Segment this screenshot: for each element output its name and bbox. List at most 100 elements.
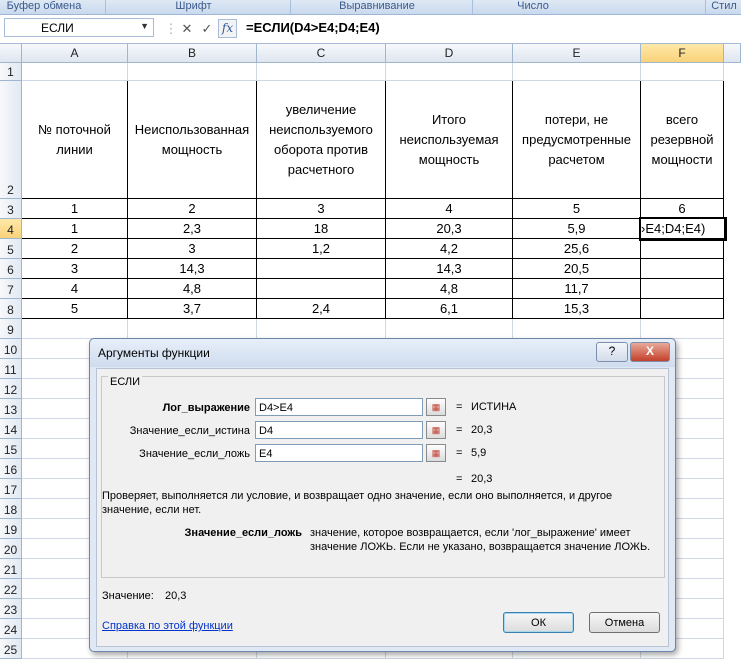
cancel-button[interactable]: Отмена	[589, 612, 660, 633]
column-header-d[interactable]: D	[386, 44, 513, 63]
table-cell[interactable]: 25,6	[513, 239, 641, 259]
table-cell[interactable]: 4	[22, 279, 128, 299]
ribbon-group-clipboard[interactable]: Буфер обмена	[0, 0, 88, 14]
row-header-21[interactable]: 21	[0, 559, 22, 579]
table-cell[interactable]: 2,3	[128, 219, 257, 239]
row-header-13[interactable]: 13	[0, 399, 22, 419]
range-picker-icon[interactable]: ▦	[426, 444, 446, 462]
row-header-11[interactable]: 11	[0, 359, 22, 379]
table-cell[interactable]: 3,7	[128, 299, 257, 319]
name-box[interactable]: ЕСЛИ ▼	[4, 18, 154, 37]
empty-cell[interactable]	[128, 63, 257, 81]
row-header-3[interactable]: 3	[0, 199, 22, 219]
table-cell[interactable]: 5,9	[513, 219, 641, 239]
table-cell[interactable]: 3	[128, 239, 257, 259]
table-cell[interactable]: 4,8	[386, 279, 513, 299]
row-header-23[interactable]: 23	[0, 599, 22, 619]
row-header-18[interactable]: 18	[0, 499, 22, 519]
empty-cell[interactable]	[641, 319, 724, 339]
row-header-7[interactable]: 7	[0, 279, 22, 299]
table-cell[interactable]: 1,2	[257, 239, 386, 259]
table-cell[interactable]: 2	[22, 239, 128, 259]
table-cell[interactable]: 4	[386, 199, 513, 219]
row-header-19[interactable]: 19	[0, 519, 22, 539]
row-header-5[interactable]: 5	[0, 239, 22, 259]
row-header-8[interactable]: 8	[0, 299, 22, 319]
empty-cell[interactable]	[641, 63, 724, 81]
help-link[interactable]: Справка по этой функции	[102, 620, 233, 632]
table-cell[interactable]	[641, 239, 724, 259]
select-all-corner[interactable]	[0, 44, 22, 63]
ribbon-group-alignment[interactable]: Выравнивание	[290, 0, 463, 14]
table-cell[interactable]: 11,7	[513, 279, 641, 299]
table-cell[interactable]: 6,1	[386, 299, 513, 319]
table-cell[interactable]	[641, 279, 724, 299]
table-cell[interactable]: 14,3	[128, 259, 257, 279]
range-picker-icon[interactable]: ▦	[426, 398, 446, 416]
table-cell[interactable]: 14,3	[386, 259, 513, 279]
row-header-12[interactable]: 12	[0, 379, 22, 399]
empty-cell[interactable]	[128, 319, 257, 339]
close-button[interactable]: X	[630, 342, 670, 362]
table-header-cell[interactable]: Неиспользованная мощность	[128, 81, 257, 199]
dialog-title-bar[interactable]: Аргументы функции ? X	[90, 339, 675, 367]
empty-cell[interactable]	[386, 63, 513, 81]
table-header-cell[interactable]: всего резервной мощности	[641, 81, 724, 199]
formula-input[interactable]: =ЕСЛИ(D4>E4;D4;E4)	[246, 18, 380, 37]
table-cell[interactable]: 4,8	[128, 279, 257, 299]
arg-input-value-if-true[interactable]: D4	[255, 421, 423, 439]
empty-cell[interactable]	[513, 63, 641, 81]
empty-cell[interactable]	[257, 63, 386, 81]
row-header-4[interactable]: 4	[0, 219, 22, 239]
row-header-20[interactable]: 20	[0, 539, 22, 559]
table-header-cell[interactable]: № поточной линии	[22, 81, 128, 199]
table-cell[interactable]: 1	[22, 219, 128, 239]
column-header-c[interactable]: C	[257, 44, 386, 63]
table-cell[interactable]	[641, 299, 724, 319]
row-header-24[interactable]: 24	[0, 619, 22, 639]
table-cell[interactable]: 4,2	[386, 239, 513, 259]
row-header-1[interactable]: 1	[0, 63, 22, 81]
help-button[interactable]: ?	[596, 342, 628, 362]
table-cell[interactable]: 2	[128, 199, 257, 219]
empty-cell[interactable]	[257, 319, 386, 339]
empty-cell[interactable]	[513, 319, 641, 339]
ok-button[interactable]: ОК	[503, 612, 574, 633]
empty-cell[interactable]	[386, 319, 513, 339]
insert-function-icon[interactable]: fx	[218, 19, 237, 38]
table-cell[interactable]: 3	[257, 199, 386, 219]
table-cell[interactable]: 20,5	[513, 259, 641, 279]
empty-cell[interactable]	[22, 63, 128, 81]
row-header-6[interactable]: 6	[0, 259, 22, 279]
row-header-17[interactable]: 17	[0, 479, 22, 499]
row-header-10[interactable]: 10	[0, 339, 22, 359]
arg-input-value-if-false[interactable]: E4	[255, 444, 423, 462]
column-header-a[interactable]: A	[22, 44, 128, 63]
table-cell[interactable]	[257, 279, 386, 299]
column-header-f[interactable]: F	[641, 44, 724, 63]
row-header-9[interactable]: 9	[0, 319, 22, 339]
table-cell[interactable]: 20,3	[386, 219, 513, 239]
table-cell[interactable]: 2,4	[257, 299, 386, 319]
row-header-15[interactable]: 15	[0, 439, 22, 459]
row-header-22[interactable]: 22	[0, 579, 22, 599]
row-header-25[interactable]: 25	[0, 639, 22, 659]
ribbon-group-number[interactable]: Число	[472, 0, 593, 14]
row-header-16[interactable]: 16	[0, 459, 22, 479]
column-header-overflow[interactable]	[724, 44, 741, 63]
empty-cell[interactable]	[22, 319, 128, 339]
arg-input-logical-test[interactable]: D4>E4	[255, 398, 423, 416]
table-cell[interactable]: 5	[513, 199, 641, 219]
ribbon-group-styles[interactable]: Стил	[705, 0, 741, 14]
table-cell[interactable]: 6	[641, 199, 724, 219]
row-header-2[interactable]: 2	[0, 81, 22, 199]
confirm-edit-icon[interactable]: ✓	[198, 19, 216, 38]
active-cell-editor[interactable]: ›E4;D4;E4)	[639, 217, 727, 241]
table-cell[interactable]: 1	[22, 199, 128, 219]
table-header-cell[interactable]: Итого неиспользуемая мощность	[386, 81, 513, 199]
ribbon-group-font[interactable]: Шрифт	[105, 0, 281, 14]
cancel-edit-icon[interactable]: ✕	[178, 19, 196, 38]
table-cell[interactable]: 3	[22, 259, 128, 279]
column-header-b[interactable]: B	[128, 44, 257, 63]
table-header-cell[interactable]: потери, не предусмотренные расчетом	[513, 81, 641, 199]
